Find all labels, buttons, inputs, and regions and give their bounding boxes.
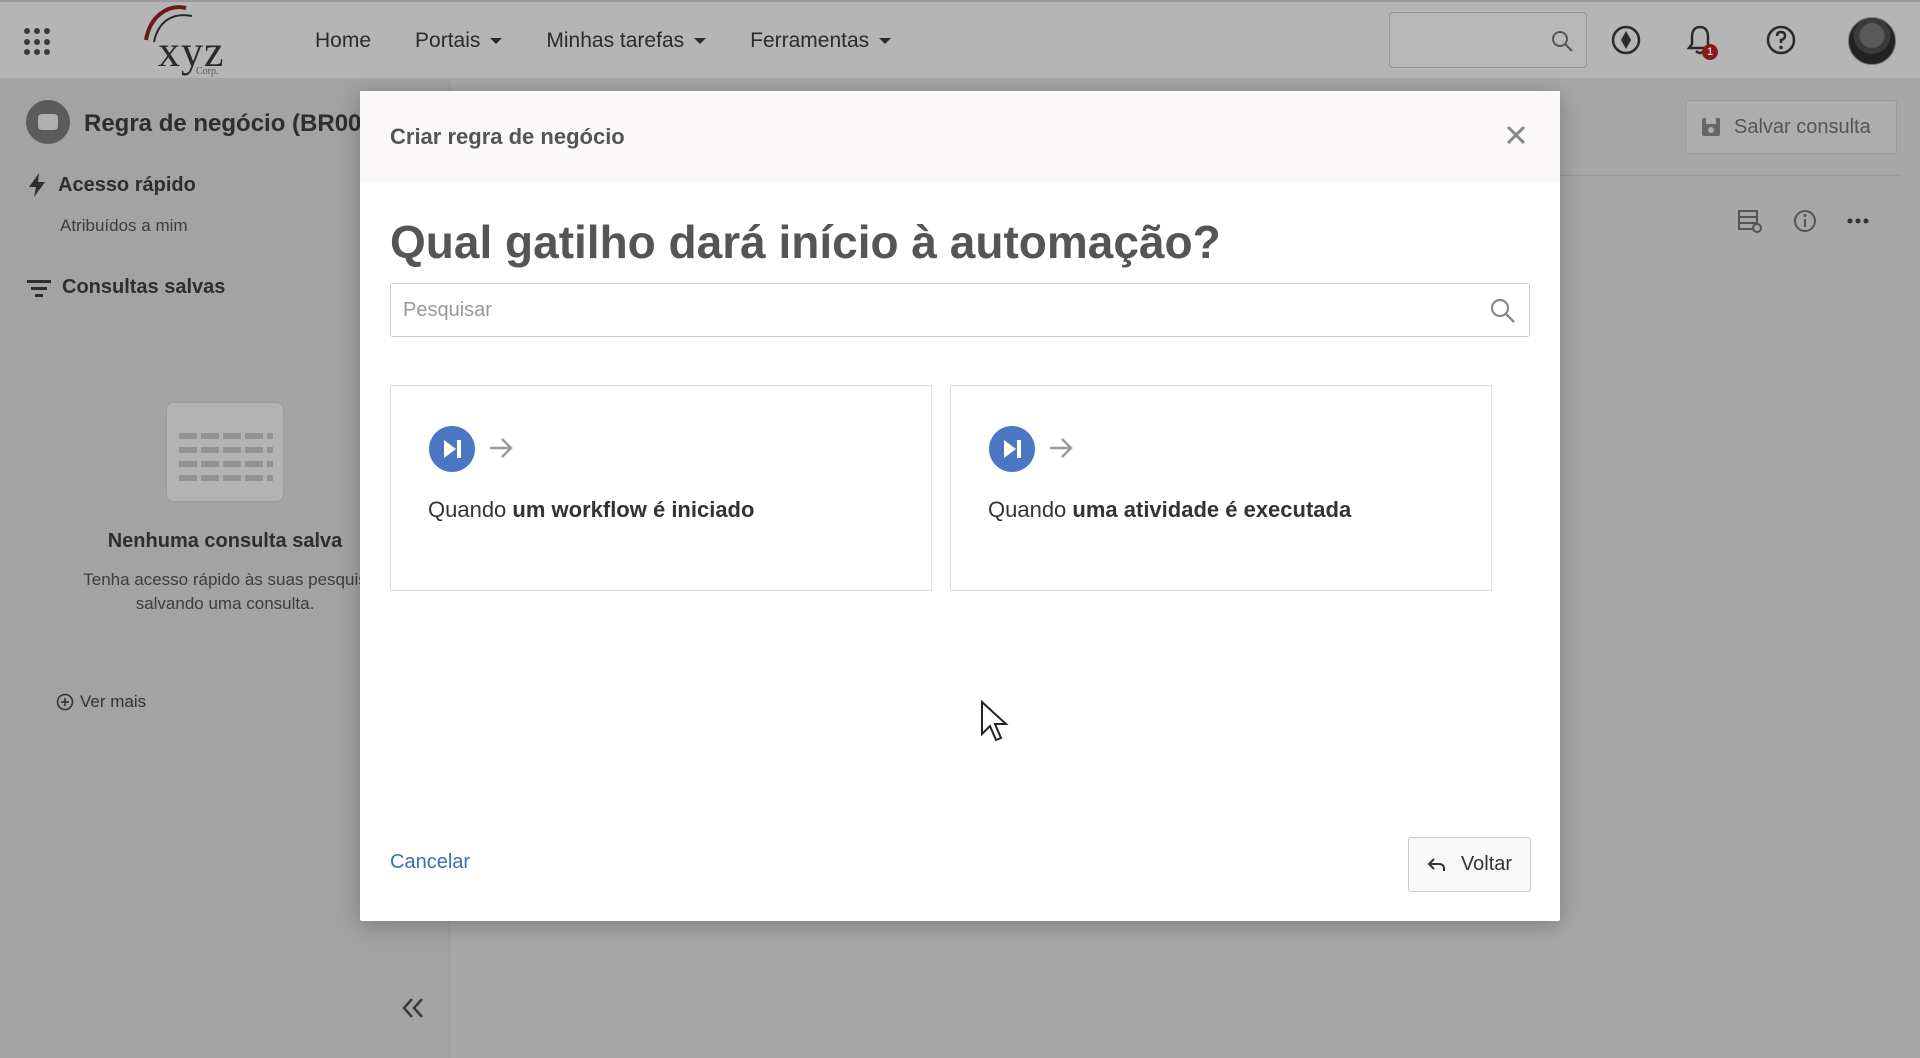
skip-forward-icon — [989, 426, 1035, 472]
arrow-right-icon — [490, 438, 513, 458]
close-icon[interactable] — [1502, 121, 1530, 149]
card-prefix: Quando — [988, 497, 1073, 522]
back-button[interactable]: Voltar — [1408, 837, 1531, 892]
skip-forward-icon — [429, 426, 475, 472]
trigger-card-workflow-started[interactable]: Quando um workflow é iniciado — [390, 385, 932, 591]
create-business-rule-modal: Criar regra de negócio Qual gatilho dará… — [360, 91, 1560, 921]
modal-header: Criar regra de negócio — [360, 91, 1560, 181]
trigger-card-activity-executed[interactable]: Quando uma atividade é executada — [950, 385, 1492, 591]
cancel-link[interactable]: Cancelar — [390, 851, 470, 874]
card-bold-text: um workflow é iniciado — [512, 497, 755, 522]
trigger-question-heading: Qual gatilho dará início à automação? — [390, 216, 1221, 268]
mouse-cursor-icon — [981, 700, 1009, 742]
trigger-search-input[interactable] — [391, 284, 1471, 336]
return-arrow-icon — [1427, 857, 1445, 871]
trigger-card-label: Quando uma atividade é executada — [988, 497, 1351, 523]
card-bold-text: uma atividade é executada — [1072, 497, 1352, 522]
modal-title: Criar regra de negócio — [390, 124, 625, 149]
search-icon[interactable] — [1489, 297, 1517, 325]
back-button-label: Voltar — [1460, 853, 1513, 875]
trigger-search-field — [390, 283, 1530, 337]
arrow-right-icon — [1050, 438, 1073, 458]
trigger-card-label: Quando um workflow é iniciado — [428, 497, 754, 523]
card-prefix: Quando — [428, 497, 513, 522]
